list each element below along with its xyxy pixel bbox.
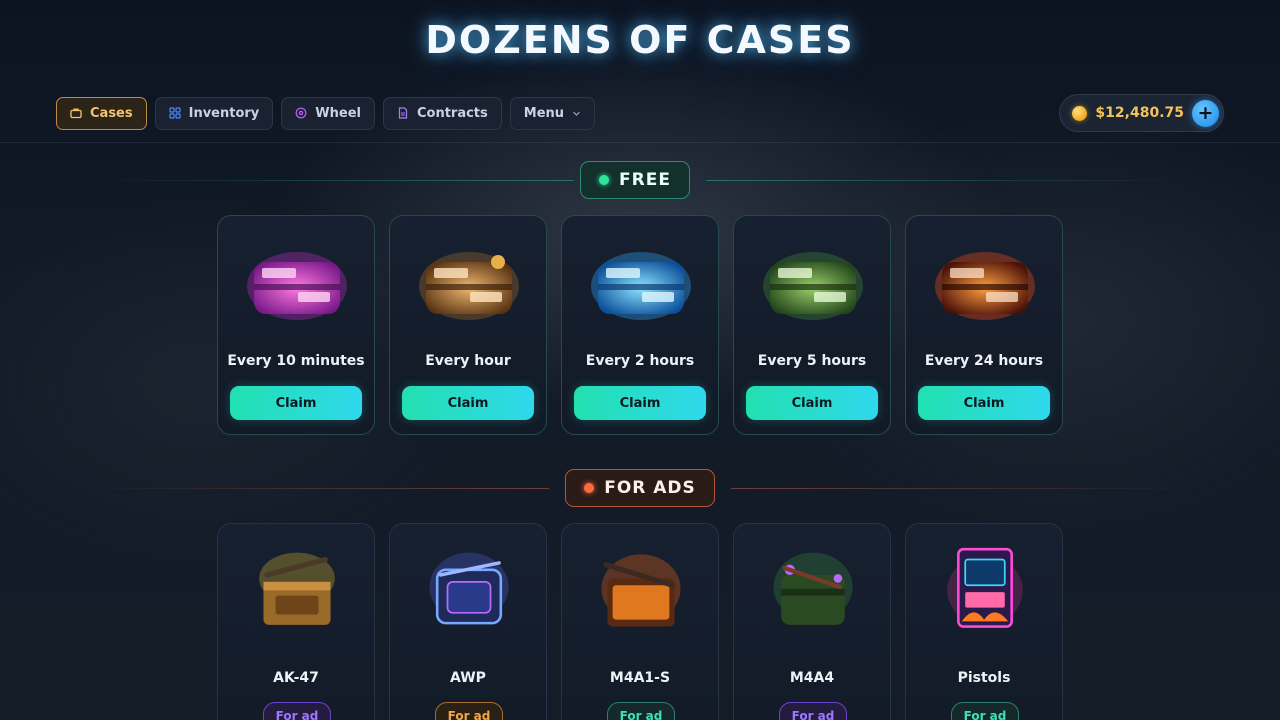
for-ad-badge[interactable]: For ad xyxy=(779,702,847,720)
bronze-free-case-image xyxy=(419,252,519,320)
ads-section-label: FOR ADS xyxy=(604,478,696,498)
for-ad-badge[interactable]: For ad xyxy=(435,702,503,720)
claim-button[interactable]: Claim xyxy=(402,386,534,420)
free-case-card[interactable]: Every 10 minutes Claim xyxy=(217,215,375,435)
case-title: AWP xyxy=(450,670,486,686)
section-rule-right xyxy=(705,179,1196,181)
claim-button[interactable]: Claim xyxy=(574,386,706,420)
claim-button[interactable]: Claim xyxy=(746,386,878,420)
free-section-pill: FREE xyxy=(580,161,690,199)
ad-case-grid: AK-47 For ad AWP For ad M4A1-S For ad M4… xyxy=(217,523,1063,720)
balance-widget: $12,480.75 + xyxy=(1059,94,1224,132)
case-icon xyxy=(70,108,82,119)
page-title: DOZENS OF CASES xyxy=(425,18,855,62)
ad-case-card[interactable]: AK-47 For ad xyxy=(217,523,375,720)
free-case-card[interactable]: Every hour Claim xyxy=(389,215,547,435)
for-ad-badge[interactable]: For ad xyxy=(263,702,331,720)
case-title: Every 24 hours xyxy=(924,353,1044,369)
section-rule-right xyxy=(730,487,1196,489)
case-title: AK-47 xyxy=(273,670,319,686)
ad-case-card[interactable]: M4A4 For ad xyxy=(733,523,891,720)
pink-free-case-image xyxy=(247,252,347,320)
ak47-case-image xyxy=(259,552,335,625)
nav-wheel-button[interactable]: Wheel xyxy=(281,96,375,130)
status-dot xyxy=(584,483,595,493)
wheel-icon xyxy=(295,107,307,119)
coin-icon xyxy=(1072,105,1088,121)
case-title: Pistols xyxy=(957,670,1011,686)
section-rule-left xyxy=(84,179,575,181)
claim-button[interactable]: Claim xyxy=(230,386,362,420)
nav-wheel-label: Wheel xyxy=(315,105,361,121)
nav-cases-button[interactable]: Cases xyxy=(56,96,147,130)
m4a4-case-image xyxy=(773,552,853,625)
free-case-card[interactable]: Every 2 hours Claim xyxy=(561,215,719,435)
ice-free-case-image xyxy=(591,252,691,320)
chevron-down-icon xyxy=(573,111,580,116)
for-ad-badge[interactable]: For ad xyxy=(607,702,675,720)
nav-contracts-button[interactable]: Contracts xyxy=(382,96,502,130)
nav-inventory-button[interactable]: Inventory xyxy=(154,96,274,130)
free-case-card[interactable]: Every 5 hours Claim xyxy=(733,215,891,435)
balance-amount: $12,480.75 xyxy=(1095,105,1184,121)
lava-free-case-image xyxy=(935,252,1035,320)
top-navigation: Cases Inventory Wheel Contracts Menu xyxy=(56,96,1224,130)
ads-section-header: FOR ADS xyxy=(0,469,1280,507)
free-case-grid: Every 10 minutes Claim Every hour Claim xyxy=(217,215,1063,435)
claim-button[interactable]: Claim xyxy=(918,386,1050,420)
nav-contracts-label: Contracts xyxy=(416,105,488,121)
section-rule-left xyxy=(84,487,550,489)
for-ad-badge[interactable]: For ad xyxy=(951,702,1019,720)
nav-cases-label: Cases xyxy=(90,105,133,121)
case-title: Every 2 hours xyxy=(585,353,695,369)
ads-section-pill: FOR ADS xyxy=(565,469,715,507)
nav-menu-label: Menu xyxy=(523,105,565,121)
case-title: M4A4 xyxy=(789,670,835,686)
status-dot xyxy=(599,175,610,185)
ad-case-card[interactable]: AWP For ad xyxy=(389,523,547,720)
ad-case-card[interactable]: M4A1-S For ad xyxy=(561,523,719,720)
page: DOZENS OF CASES Cases Inventory Wheel Co… xyxy=(0,0,1280,720)
jungle-free-case-image xyxy=(763,252,863,320)
case-title: Every 10 minutes xyxy=(227,353,365,369)
ad-case-card[interactable]: Pistols For ad xyxy=(905,523,1063,720)
free-section-header: FREE xyxy=(0,161,1280,199)
nav-menu-button[interactable]: Menu xyxy=(509,96,596,130)
free-section-label: FREE xyxy=(619,170,671,190)
case-title: Every 5 hours xyxy=(757,353,867,369)
add-funds-button[interactable]: + xyxy=(1192,99,1219,127)
grid-icon xyxy=(169,107,181,119)
case-title: Every hour xyxy=(425,353,511,369)
free-case-card[interactable]: Every 24 hours Claim xyxy=(905,215,1063,435)
m4a1s-case-image xyxy=(601,554,681,627)
nav-inventory-label: Inventory xyxy=(188,105,260,121)
awp-case-image xyxy=(429,552,509,625)
case-title: M4A1-S xyxy=(609,670,671,686)
header-divider xyxy=(0,142,1280,143)
document-icon xyxy=(398,107,408,119)
pistols-case-image xyxy=(947,547,1023,628)
